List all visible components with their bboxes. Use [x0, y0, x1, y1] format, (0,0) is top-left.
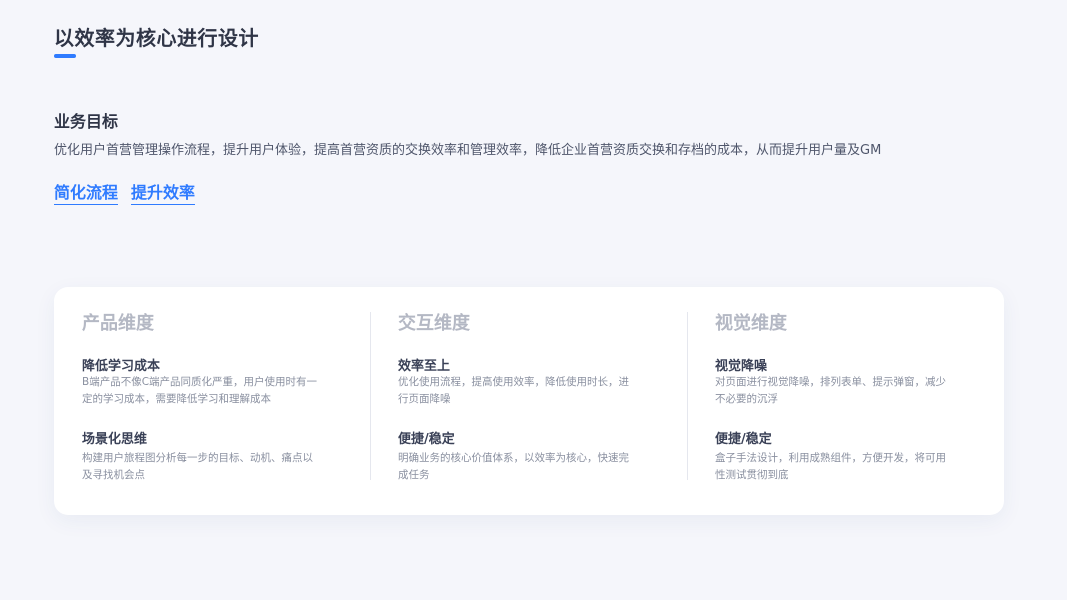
dimensions-card: 产品维度 降低学习成本 B端产品不像C端产品同质化严重，用户使用时有一定的学习成… [54, 287, 1004, 515]
item-title: 视觉降噪 [715, 359, 768, 374]
item-description: 盒子手法设计，利用成熟组件，方便开发，将可用性测试贯彻到底 [715, 452, 946, 481]
column-divider [370, 312, 371, 480]
goal-description: 优化用户首营管理操作流程，提升用户体验，提高首营资质的交换效率和管理效率，降低企… [54, 143, 882, 158]
item-description: 明确业务的核心价值体系，以效率为核心，快速完成任务 [398, 452, 629, 481]
item-description: 对页面进行视觉降噪，排列表单、提示弹窗，减少不必要的沉浮 [715, 376, 946, 405]
item-description: 构建用户旅程图分析每一步的目标、动机、痛点以及寻找机会点 [82, 452, 313, 481]
item-title: 降低学习成本 [82, 359, 161, 374]
column-title: 视觉维度 [715, 313, 787, 334]
item-title: 效率至上 [398, 359, 451, 374]
column-divider [687, 312, 688, 480]
improve-efficiency-link[interactable]: 提升效率 [131, 179, 196, 205]
column-title: 产品维度 [82, 313, 154, 334]
page-title: 以效率为核心进行设计 [54, 26, 259, 50]
item-title: 场景化思维 [82, 432, 148, 447]
column-title: 交互维度 [398, 313, 470, 334]
goal-link-row: 简化流程 提升效率 [54, 179, 196, 205]
goal-heading: 业务目标 [54, 112, 119, 131]
simplify-flow-link[interactable]: 简化流程 [54, 179, 119, 205]
item-description: 优化使用流程，提高使用效率，降低使用时长，进行页面降噪 [398, 376, 629, 405]
item-description: B端产品不像C端产品同质化严重，用户使用时有一定的学习成本，需要降低学习和理解成… [82, 376, 318, 405]
item-title: 便捷/稳定 [715, 432, 772, 447]
item-title: 便捷/稳定 [398, 432, 455, 447]
title-accent-bar [54, 54, 76, 58]
